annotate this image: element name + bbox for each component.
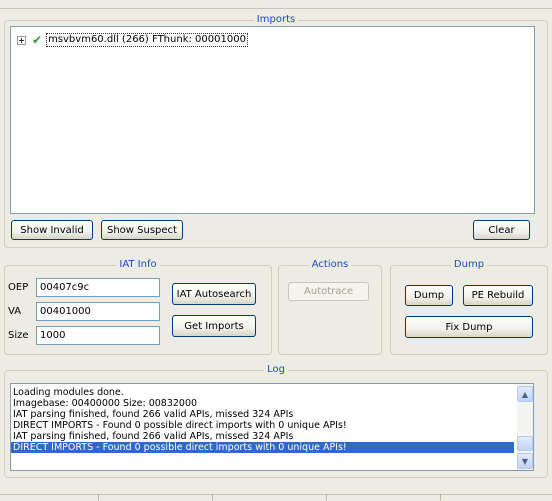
- get-imports-button[interactable]: Get Imports: [172, 315, 256, 337]
- log-line: IAT parsing finished, found 266 valid AP…: [13, 431, 294, 442]
- clear-button[interactable]: Clear: [473, 220, 530, 240]
- imports-group-title: Imports: [253, 14, 299, 25]
- log-line: Imagebase: 00400000 Size: 00832000: [13, 398, 198, 409]
- status-divider: [326, 494, 327, 500]
- scroll-thumb[interactable]: [517, 436, 533, 451]
- va-input[interactable]: 00401000: [36, 302, 160, 321]
- log-line: DIRECT IMPORTS - Found 0 possible direct…: [13, 420, 347, 431]
- top-panel-edge: [0, 0, 552, 9]
- va-label: VA: [8, 306, 22, 317]
- fix-dump-button[interactable]: Fix Dump: [405, 316, 533, 338]
- status-divider: [212, 494, 213, 500]
- log-line: Loading modules done.: [13, 387, 124, 398]
- size-label: Size: [8, 330, 29, 341]
- status-divider: [98, 494, 99, 500]
- size-input[interactable]: 1000: [36, 326, 160, 345]
- tree-item-msvbvm60[interactable]: ✔ msvbvm60.dll (266) FThunk: 00001000: [17, 33, 248, 47]
- scroll-down-arrow-icon[interactable]: ▼: [517, 453, 533, 469]
- show-invalid-button[interactable]: Show Invalid: [11, 220, 93, 240]
- iat-info-group-title: IAT Info: [116, 259, 160, 270]
- log-line: IAT parsing finished, found 266 valid AP…: [13, 409, 294, 420]
- iat-autosearch-button[interactable]: IAT Autosearch: [172, 283, 256, 305]
- scroll-up-arrow-icon[interactable]: ▲: [517, 386, 533, 402]
- tree-item-label[interactable]: msvbvm60.dll (266) FThunk: 00001000: [46, 33, 248, 47]
- imports-tree[interactable]: ✔ msvbvm60.dll (266) FThunk: 00001000: [10, 26, 535, 214]
- show-suspect-button[interactable]: Show Suspect: [101, 220, 183, 240]
- log-listbox[interactable]: Loading modules done. Imagebase: 0040000…: [10, 383, 534, 471]
- oep-input[interactable]: 00407c9c: [36, 278, 160, 297]
- green-check-icon: ✔: [32, 33, 43, 47]
- actions-group-title: Actions: [308, 259, 352, 270]
- log-group-title: Log: [264, 364, 288, 375]
- autotrace-button[interactable]: Autotrace: [288, 282, 369, 301]
- actions-group: Actions: [278, 259, 382, 355]
- dump-group-title: Dump: [450, 259, 488, 270]
- oep-label: OEP: [8, 282, 29, 293]
- log-line-selected[interactable]: DIRECT IMPORTS - Found 0 possible direct…: [11, 442, 514, 453]
- plus-expander-icon[interactable]: [17, 35, 26, 45]
- status-divider: [440, 494, 441, 500]
- dump-button[interactable]: Dump: [405, 285, 453, 306]
- pe-rebuild-button[interactable]: PE Rebuild: [463, 285, 533, 306]
- dump-group: Dump: [390, 259, 548, 355]
- log-scrollbar[interactable]: ▲ ▼: [517, 384, 533, 470]
